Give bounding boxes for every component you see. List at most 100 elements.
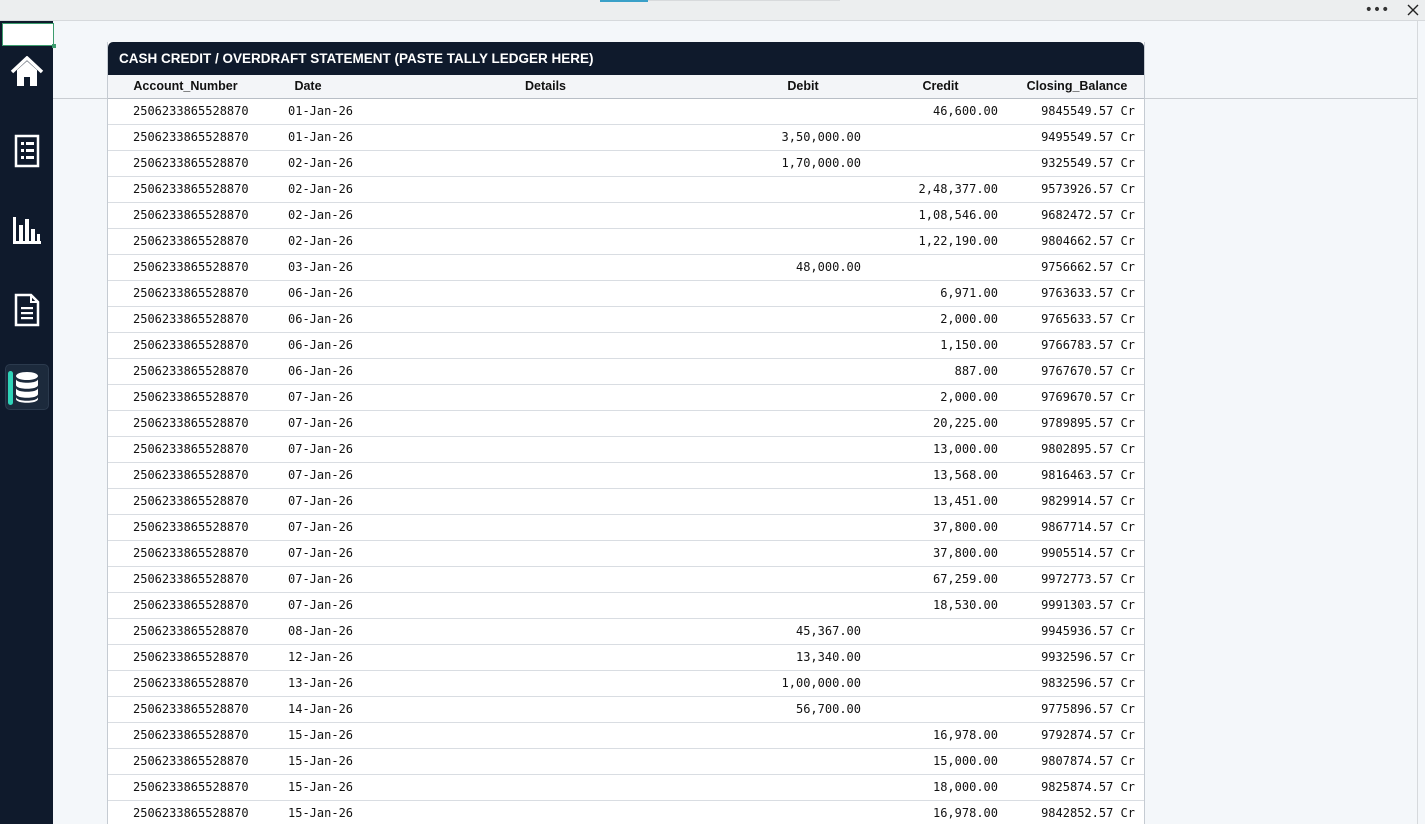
cell-credit[interactable]: 13,000.00 bbox=[868, 437, 998, 462]
cell-date[interactable]: 07-Jan-26 bbox=[288, 463, 378, 488]
cell-account-number[interactable]: 2506233865528870 bbox=[133, 177, 273, 202]
cell-account-number[interactable]: 2506233865528870 bbox=[133, 359, 273, 384]
cell-date[interactable]: 08-Jan-26 bbox=[288, 619, 378, 644]
cell-details[interactable] bbox=[388, 281, 708, 306]
cell-date[interactable]: 07-Jan-26 bbox=[288, 437, 378, 462]
cell-details[interactable] bbox=[388, 619, 708, 644]
sidebar-item-home[interactable] bbox=[5, 49, 49, 95]
cell-details[interactable] bbox=[388, 385, 708, 410]
cell-date[interactable]: 15-Jan-26 bbox=[288, 749, 378, 774]
cell-credit[interactable]: 46,600.00 bbox=[868, 99, 998, 124]
cell-debit[interactable] bbox=[708, 177, 861, 202]
cell-credit[interactable]: 16,978.00 bbox=[868, 723, 998, 748]
cell-credit[interactable]: 2,000.00 bbox=[868, 307, 998, 332]
cell-account-number[interactable]: 2506233865528870 bbox=[133, 385, 273, 410]
cell-closing-balance[interactable]: 9325549.57 Cr bbox=[1008, 151, 1135, 176]
cell-account-number[interactable]: 2506233865528870 bbox=[133, 99, 273, 124]
cell-debit[interactable] bbox=[708, 333, 861, 358]
cell-date[interactable]: 07-Jan-26 bbox=[288, 541, 378, 566]
table-row[interactable]: 2506233865528870 07-Jan-26 13,568.00 981646… bbox=[108, 463, 1144, 489]
cell-account-number[interactable]: 2506233865528870 bbox=[133, 255, 273, 280]
cell-date[interactable]: 07-Jan-26 bbox=[288, 385, 378, 410]
sidebar-item-reports[interactable] bbox=[5, 207, 49, 253]
cell-date[interactable]: 15-Jan-26 bbox=[288, 723, 378, 748]
cell-closing-balance[interactable]: 9766783.57 Cr bbox=[1008, 333, 1135, 358]
table-row[interactable]: 2506233865528870 07-Jan-26 13,451.00 982991… bbox=[108, 489, 1144, 515]
cell-debit[interactable]: 56,700.00 bbox=[708, 697, 861, 722]
table-row[interactable]: 2506233865528870 02-Jan-26 1,70,000.00 9325… bbox=[108, 151, 1144, 177]
cell-closing-balance[interactable]: 9807874.57 Cr bbox=[1008, 749, 1135, 774]
active-tab-indicator[interactable] bbox=[600, 0, 648, 2]
cell-closing-balance[interactable]: 9756662.57 Cr bbox=[1008, 255, 1135, 280]
cell-credit[interactable] bbox=[868, 255, 998, 280]
cell-closing-balance[interactable]: 9765633.57 Cr bbox=[1008, 307, 1135, 332]
cell-account-number[interactable]: 2506233865528870 bbox=[133, 515, 273, 540]
cell-details[interactable] bbox=[388, 463, 708, 488]
cell-details[interactable] bbox=[388, 749, 708, 774]
cell-debit[interactable] bbox=[708, 229, 861, 254]
cell-details[interactable] bbox=[388, 801, 708, 824]
cell-date[interactable]: 01-Jan-26 bbox=[288, 99, 378, 124]
cell-closing-balance[interactable]: 9972773.57 Cr bbox=[1008, 567, 1135, 592]
table-row[interactable]: 2506233865528870 12-Jan-26 13,340.00 993259… bbox=[108, 645, 1144, 671]
cell-debit[interactable] bbox=[708, 723, 861, 748]
cell-account-number[interactable]: 2506233865528870 bbox=[133, 437, 273, 462]
cell-account-number[interactable]: 2506233865528870 bbox=[133, 801, 273, 824]
table-row[interactable]: 2506233865528870 07-Jan-26 2,000.00 9769670… bbox=[108, 385, 1144, 411]
cell-date[interactable]: 02-Jan-26 bbox=[288, 151, 378, 176]
cell-date[interactable]: 15-Jan-26 bbox=[288, 775, 378, 800]
cell-debit[interactable] bbox=[708, 203, 861, 228]
sidebar-item-ledger[interactable] bbox=[5, 128, 49, 174]
cell-credit[interactable]: 6,971.00 bbox=[868, 281, 998, 306]
cell-credit[interactable]: 18,000.00 bbox=[868, 775, 998, 800]
cell-debit[interactable] bbox=[708, 385, 861, 410]
cell-details[interactable] bbox=[388, 437, 708, 462]
cell-account-number[interactable]: 2506233865528870 bbox=[133, 489, 273, 514]
sidebar-item-documents[interactable] bbox=[5, 287, 49, 333]
cell-credit[interactable] bbox=[868, 151, 998, 176]
cell-date[interactable]: 07-Jan-26 bbox=[288, 489, 378, 514]
cell-closing-balance[interactable]: 9832596.57 Cr bbox=[1008, 671, 1135, 696]
cell-account-number[interactable]: 2506233865528870 bbox=[133, 749, 273, 774]
table-row[interactable]: 2506233865528870 07-Jan-26 18,530.00 999130… bbox=[108, 593, 1144, 619]
cell-account-number[interactable]: 2506233865528870 bbox=[133, 229, 273, 254]
cell-date[interactable]: 07-Jan-26 bbox=[288, 567, 378, 592]
table-row[interactable]: 2506233865528870 01-Jan-26 46,600.00 984554… bbox=[108, 99, 1144, 125]
more-dots-icon[interactable]: ••• bbox=[1365, 0, 1390, 20]
cell-closing-balance[interactable]: 9905514.57 Cr bbox=[1008, 541, 1135, 566]
cell-debit[interactable] bbox=[708, 593, 861, 618]
cell-details[interactable] bbox=[388, 177, 708, 202]
cell-date[interactable]: 06-Jan-26 bbox=[288, 359, 378, 384]
cell-date[interactable]: 06-Jan-26 bbox=[288, 281, 378, 306]
cell-closing-balance[interactable]: 9802895.57 Cr bbox=[1008, 437, 1135, 462]
cell-closing-balance[interactable]: 9867714.57 Cr bbox=[1008, 515, 1135, 540]
cell-closing-balance[interactable]: 9816463.57 Cr bbox=[1008, 463, 1135, 488]
cell-details[interactable] bbox=[388, 151, 708, 176]
cell-credit[interactable] bbox=[868, 697, 998, 722]
cell-date[interactable]: 15-Jan-26 bbox=[288, 801, 378, 824]
cell-closing-balance[interactable]: 9769670.57 Cr bbox=[1008, 385, 1135, 410]
cell-details[interactable] bbox=[388, 489, 708, 514]
cell-debit[interactable]: 13,340.00 bbox=[708, 645, 861, 670]
table-row[interactable]: 2506233865528870 06-Jan-26 6,971.00 9763633… bbox=[108, 281, 1144, 307]
cell-closing-balance[interactable]: 9825874.57 Cr bbox=[1008, 775, 1135, 800]
table-row[interactable]: 2506233865528870 02-Jan-26 2,48,377.00 9573… bbox=[108, 177, 1144, 203]
cell-details[interactable] bbox=[388, 255, 708, 280]
cell-debit[interactable] bbox=[708, 775, 861, 800]
cell-date[interactable]: 12-Jan-26 bbox=[288, 645, 378, 670]
cell-debit[interactable]: 1,00,000.00 bbox=[708, 671, 861, 696]
cell-closing-balance[interactable]: 9842852.57 Cr bbox=[1008, 801, 1135, 824]
cell-date[interactable]: 14-Jan-26 bbox=[288, 697, 378, 722]
cell-date[interactable]: 06-Jan-26 bbox=[288, 333, 378, 358]
cell-date[interactable]: 02-Jan-26 bbox=[288, 229, 378, 254]
cell-closing-balance[interactable]: 9495549.57 Cr bbox=[1008, 125, 1135, 150]
table-row[interactable]: 2506233865528870 06-Jan-26 1,150.00 9766783… bbox=[108, 333, 1144, 359]
table-row[interactable]: 2506233865528870 01-Jan-26 3,50,000.00 9495… bbox=[108, 125, 1144, 151]
table-row[interactable]: 2506233865528870 15-Jan-26 18,000.00 982587… bbox=[108, 775, 1144, 801]
cell-details[interactable] bbox=[388, 307, 708, 332]
cell-account-number[interactable]: 2506233865528870 bbox=[133, 151, 273, 176]
cell-closing-balance[interactable]: 9829914.57 Cr bbox=[1008, 489, 1135, 514]
cell-details[interactable] bbox=[388, 541, 708, 566]
fill-handle[interactable] bbox=[52, 44, 56, 48]
cell-debit[interactable] bbox=[708, 567, 861, 592]
